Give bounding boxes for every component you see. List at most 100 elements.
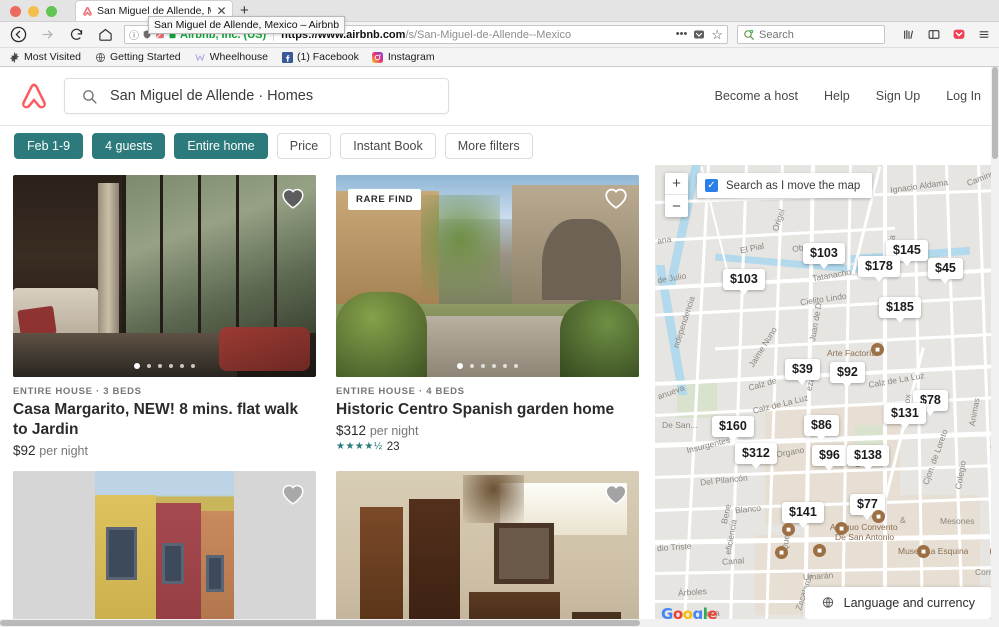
nav-log-in[interactable]: Log In bbox=[946, 89, 981, 103]
bookmark-getting-started[interactable]: Getting Started bbox=[94, 51, 181, 63]
filter-instant-book[interactable]: Instant Book bbox=[340, 132, 436, 159]
info-icon[interactable]: ⓘ bbox=[129, 27, 139, 42]
rare-find-badge: RARE FIND bbox=[348, 189, 422, 210]
nav-help[interactable]: Help bbox=[824, 89, 850, 103]
map-price-pin[interactable]: $160 bbox=[712, 416, 754, 437]
url-path: /s/San-Miguel-de-Allende--Mexico bbox=[405, 28, 572, 41]
close-window-button[interactable] bbox=[10, 6, 21, 17]
map-zoom-out-button[interactable]: − bbox=[665, 195, 688, 217]
site-header: San Miguel de Allende · Homes Become a h… bbox=[0, 67, 999, 126]
reload-button[interactable] bbox=[66, 25, 86, 45]
bookmark-star-icon[interactable]: ☆ bbox=[711, 28, 723, 41]
back-button[interactable] bbox=[8, 25, 28, 45]
listing-title[interactable]: Casa Margarito, NEW! 8 mins. flat walk t… bbox=[13, 397, 316, 440]
browser-search-placeholder: Search bbox=[759, 28, 794, 41]
bookmark-instagram[interactable]: Instagram bbox=[372, 51, 435, 63]
poi-marker-icon[interactable]: ■ bbox=[872, 510, 885, 523]
filter-guests[interactable]: 4 guests bbox=[92, 132, 166, 159]
poi-marker-icon[interactable]: ■ bbox=[782, 523, 795, 536]
poi-marker-icon[interactable]: ■ bbox=[835, 522, 848, 535]
listing-meta: ENTIRE HOUSE · 4 BEDS bbox=[336, 386, 465, 397]
pocket-toolbar-icon[interactable] bbox=[952, 28, 966, 41]
globe-icon bbox=[94, 51, 106, 63]
map-price-pin[interactable]: $141 bbox=[782, 502, 824, 523]
map-zoom-in-button[interactable]: + bbox=[665, 173, 688, 195]
scrollbar-thumb[interactable] bbox=[0, 620, 640, 626]
listing-rating: ★★★★½ 23 bbox=[336, 438, 639, 453]
map-price-pin[interactable]: $96 bbox=[812, 445, 847, 466]
listing-photo[interactable] bbox=[13, 175, 316, 377]
bookmark-most-visited[interactable]: Most Visited bbox=[8, 51, 81, 63]
map-price-pin[interactable]: $92 bbox=[830, 362, 865, 383]
map-price-pin[interactable]: $86 bbox=[804, 415, 839, 436]
search-icon bbox=[744, 29, 754, 40]
bookmark-wheelhouse[interactable]: Wheelhouse bbox=[194, 51, 268, 63]
map-price-pin[interactable]: $138 bbox=[847, 445, 889, 466]
map-price-pin[interactable]: $312 bbox=[735, 443, 777, 464]
search-as-i-move-toggle[interactable]: ✓ Search as I move the map bbox=[697, 173, 873, 198]
nav-become-a-host[interactable]: Become a host bbox=[715, 89, 798, 103]
poi-marker-icon[interactable]: ■ bbox=[871, 343, 884, 356]
listing-card[interactable] bbox=[13, 470, 316, 627]
listing-photo[interactable] bbox=[336, 470, 639, 627]
language-and-currency-label: Language and currency bbox=[843, 596, 975, 610]
browser-search-box[interactable]: Search bbox=[737, 25, 885, 44]
filter-more-filters[interactable]: More filters bbox=[444, 132, 533, 159]
menu-icon[interactable] bbox=[977, 28, 991, 41]
filter-dates[interactable]: Feb 1-9 bbox=[14, 132, 84, 159]
airbnb-logo[interactable] bbox=[18, 79, 50, 113]
minimize-window-button[interactable] bbox=[28, 6, 39, 17]
nav-sign-up[interactable]: Sign Up bbox=[876, 89, 920, 103]
sidebar-icon[interactable] bbox=[927, 28, 941, 41]
wishlist-heart-icon[interactable] bbox=[280, 481, 306, 505]
map-panel[interactable]: + − ✓ Search as I move the map Ignacio A… bbox=[655, 165, 999, 627]
instagram-icon bbox=[372, 51, 384, 63]
map-price-pin[interactable]: $39 bbox=[785, 359, 820, 380]
filter-room-type[interactable]: Entire home bbox=[174, 132, 268, 159]
map-price-pin[interactable]: $45 bbox=[928, 258, 963, 279]
photo-carousel-dots[interactable] bbox=[336, 363, 639, 369]
poi-marker-icon[interactable]: ■ bbox=[813, 544, 826, 557]
bookmark-facebook[interactable]: (1) Facebook bbox=[281, 51, 359, 63]
map-price-pin[interactable]: $131 bbox=[884, 403, 926, 424]
poi-marker-icon[interactable]: ■ bbox=[917, 545, 930, 558]
bookmark-label: Most Visited bbox=[24, 51, 81, 63]
globe-icon bbox=[822, 597, 833, 608]
page-scrollbar-horizontal[interactable] bbox=[0, 619, 999, 627]
listing-meta: ENTIRE HOUSE · 3 BEDS bbox=[13, 386, 142, 397]
wishlist-heart-icon[interactable] bbox=[603, 481, 629, 505]
map-price-pin[interactable]: $185 bbox=[879, 297, 921, 318]
photo-carousel-dots[interactable] bbox=[13, 363, 316, 369]
listing-price-unit: per night bbox=[369, 423, 419, 438]
language-and-currency-button[interactable]: Language and currency bbox=[804, 587, 991, 619]
poi-marker-icon[interactable]: ■ bbox=[775, 546, 788, 559]
library-icon[interactable] bbox=[902, 28, 916, 41]
filter-price[interactable]: Price bbox=[276, 132, 332, 159]
search-icon bbox=[83, 89, 97, 104]
listing-card[interactable]: ENTIRE HOUSE · 3 BEDS Casa Margarito, NE… bbox=[13, 175, 316, 458]
wishlist-heart-icon[interactable] bbox=[280, 185, 306, 209]
home-button[interactable] bbox=[95, 25, 115, 45]
wishlist-heart-icon[interactable] bbox=[603, 185, 629, 209]
pocket-icon[interactable] bbox=[693, 29, 705, 41]
forward-button[interactable] bbox=[37, 25, 57, 45]
checkbox-icon[interactable]: ✓ bbox=[705, 179, 718, 192]
listing-card[interactable] bbox=[336, 470, 639, 627]
map-price-pin[interactable]: $103 bbox=[803, 243, 845, 264]
page-actions-icon[interactable]: ••• bbox=[676, 29, 688, 40]
toolbar-right-icons bbox=[894, 28, 991, 41]
search-as-i-move-label: Search as I move the map bbox=[726, 179, 861, 192]
listing-photo[interactable]: RARE FIND bbox=[336, 175, 639, 377]
bookmark-label: (1) Facebook bbox=[297, 51, 359, 63]
map-price-pin[interactable]: $178 bbox=[858, 256, 900, 277]
maximize-window-button[interactable] bbox=[46, 6, 57, 17]
review-count: 23 bbox=[386, 440, 400, 453]
listing-title[interactable]: Historic Centro Spanish garden home bbox=[336, 397, 639, 420]
site-search-box[interactable]: San Miguel de Allende · Homes bbox=[64, 78, 449, 114]
page-scrollbar-vertical[interactable] bbox=[991, 67, 999, 619]
map-price-pin[interactable]: $103 bbox=[723, 269, 765, 290]
listing-card[interactable]: RARE FIND ENTIRE HOUSE · 4 BEDS Historic… bbox=[336, 175, 639, 458]
listing-price-unit: per night bbox=[39, 443, 88, 458]
scrollbar-thumb[interactable] bbox=[992, 67, 998, 159]
listing-photo[interactable] bbox=[13, 470, 316, 627]
